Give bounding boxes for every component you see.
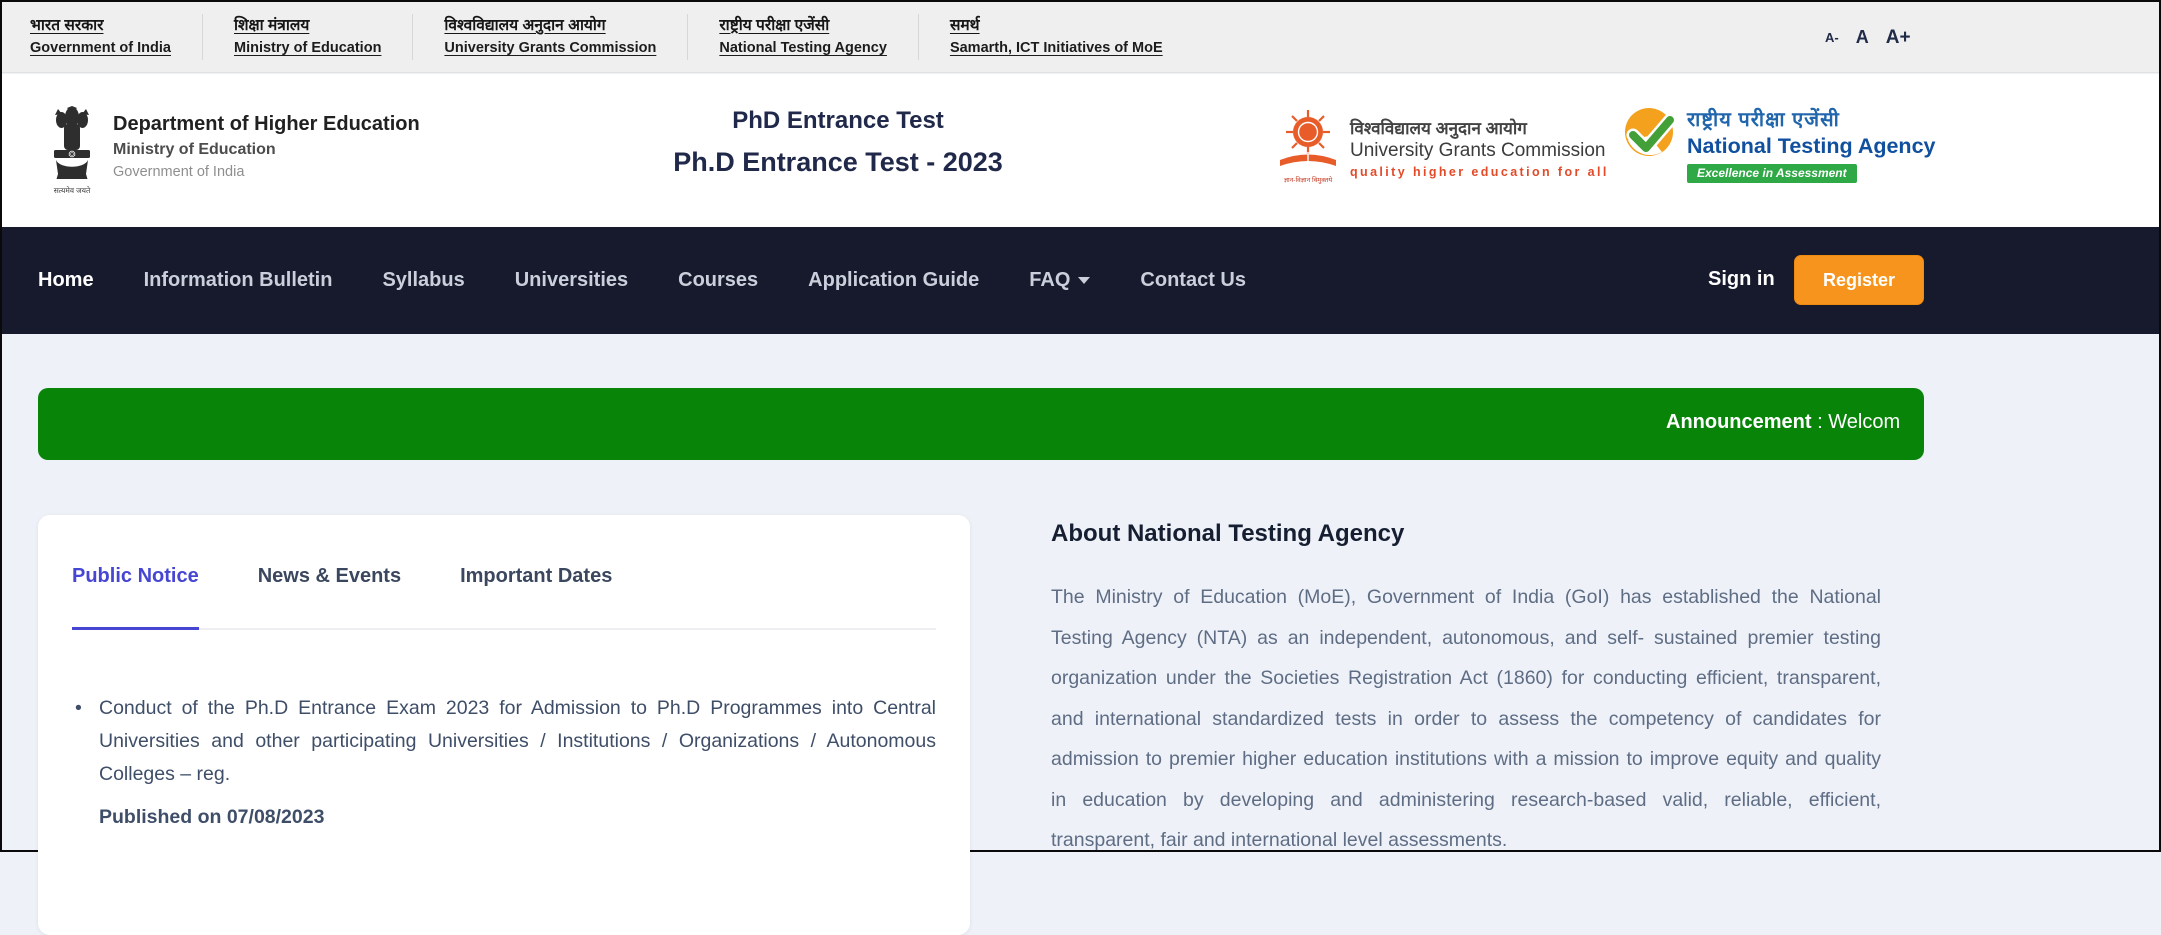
nta-badge: Excellence in Assessment: [1687, 164, 1857, 183]
site-header: सत्यमेव जयते Department of Higher Educat…: [2, 74, 2159, 227]
tab-public-notice[interactable]: Public Notice: [72, 565, 199, 630]
nta-logo-block: राष्ट्रीय परीक्षा एजेंसी National Testin…: [1622, 106, 1935, 183]
tab-news-events[interactable]: News & Events: [258, 565, 401, 588]
department-logo-block: सत्यमेव जयते Department of Higher Educat…: [46, 106, 420, 196]
link-english-label: Samarth, ICT Initiatives of MoE: [949, 40, 1163, 56]
about-heading: About National Testing Agency: [1051, 520, 1405, 547]
link-national-testing-agency[interactable]: राष्ट्रीय परीक्षा एजेंसी National Testin…: [719, 14, 887, 60]
divider: [687, 14, 689, 60]
notice-list-item[interactable]: Conduct of the Ph.D Entrance Exam 2023 f…: [72, 692, 936, 791]
phd-entrance-portal-page: { "topbar": { "links": [ { "hi": "भारत स…: [0, 0, 2161, 935]
about-section: About National Testing Agency The Minist…: [1051, 520, 1881, 861]
india-emblem-wrap: सत्यमेव जयते: [46, 106, 98, 196]
nav-item-information-bulletin[interactable]: Information Bulletin: [144, 269, 333, 292]
ugc-logo-block: ज्ञान-विज्ञान विमुक्तये विश्वविद्यालय अन…: [1278, 108, 1609, 184]
nta-logo-icon: [1625, 108, 1676, 156]
government-links: भारत सरकार Government of India शिक्षा मं…: [30, 14, 1163, 60]
page-title-line1: PhD Entrance Test: [732, 107, 944, 134]
page-title: PhD Entrance Test Ph.D Entrance Test - 2…: [602, 106, 1074, 178]
link-government-of-india[interactable]: भारत सरकार Government of India: [30, 14, 171, 60]
page-title-line2: Ph.D Entrance Test - 2023: [673, 147, 1003, 177]
divider: [412, 14, 414, 60]
font-decrease-button[interactable]: A-: [1825, 30, 1839, 45]
link-hindi-label: राष्ट्रीय परीक्षा एजेंसी: [719, 17, 830, 34]
ugc-logo-icon: [1280, 110, 1336, 166]
department-government: Government of India: [113, 164, 245, 180]
nav-items: Home Information Bulletin Syllabus Unive…: [38, 227, 1246, 334]
notice-tabs: Public Notice News & Events Important Da…: [72, 565, 936, 630]
font-size-controls: A- A A+: [1825, 2, 1911, 73]
sign-in-link[interactable]: Sign in: [1708, 268, 1775, 291]
department-title: Department of Higher Education: [113, 113, 420, 135]
nav-item-universities[interactable]: Universities: [515, 269, 628, 292]
link-samarth[interactable]: समर्थ Samarth, ICT Initiatives of MoE: [950, 14, 1163, 60]
nav-item-courses[interactable]: Courses: [678, 269, 758, 292]
font-normal-button[interactable]: A: [1856, 27, 1869, 48]
notice-published-date: Published on 07/08/2023: [99, 806, 325, 828]
announcement-marquee: Announcement : Welcom: [1666, 411, 1900, 434]
link-hindi-label: भारत सरकार: [30, 17, 104, 34]
announcement-text: : Welcom: [1811, 411, 1901, 433]
link-hindi-label: समर्थ: [949, 17, 980, 34]
ugc-name-hindi: विश्वविद्यालय अनुदान आयोग: [1350, 119, 1527, 138]
nta-name-hindi: राष्ट्रीय परीक्षा एजेंसी: [1687, 109, 1840, 131]
announcement-banner: Announcement : Welcom: [38, 388, 1924, 460]
link-english-label: National Testing Agency: [719, 40, 887, 56]
nta-text: राष्ट्रीय परीक्षा एजेंसी National Testin…: [1687, 106, 1935, 183]
link-ministry-of-education[interactable]: शिक्षा मंत्रालय Ministry of Education: [234, 14, 381, 60]
nav-item-application-guide[interactable]: Application Guide: [808, 269, 979, 292]
link-hindi-label: शिक्षा मंत्रालय: [234, 17, 310, 34]
link-english-label: Government of India: [30, 40, 171, 56]
register-button[interactable]: Register: [1794, 255, 1924, 305]
announcement-label: Announcement: [1666, 411, 1812, 433]
link-english-label: University Grants Commission: [444, 40, 657, 56]
nav-item-contact-us[interactable]: Contact Us: [1140, 269, 1246, 292]
ugc-text: विश्वविद्यालय अनुदान आयोग University Gra…: [1350, 108, 1609, 184]
about-paragraph: The Ministry of Education (MoE), Governm…: [1051, 586, 1881, 851]
government-links-bar: भारत सरकार Government of India शिक्षा मं…: [2, 2, 2159, 73]
font-increase-button[interactable]: A+: [1886, 27, 1911, 49]
nav-item-syllabus[interactable]: Syllabus: [382, 269, 464, 292]
ugc-name-english: University Grants Commission: [1350, 140, 1606, 161]
tab-important-dates[interactable]: Important Dates: [460, 565, 612, 588]
ugc-logo-wrap: ज्ञान-विज्ञान विमुक्तये: [1278, 108, 1338, 184]
emblem-caption: सत्यमेव जयते: [53, 186, 91, 195]
main-navbar: Home Information Bulletin Syllabus Unive…: [2, 227, 2159, 334]
link-english-label: Ministry of Education: [234, 40, 382, 56]
ugc-motto: ज्ञान-विज्ञान विमुक्तये: [1283, 177, 1333, 184]
faq-label: FAQ: [1029, 269, 1071, 291]
link-hindi-label: विश्वविद्यालय अनुदान आयोग: [444, 17, 606, 34]
ugc-tagline: quality higher education for all: [1350, 165, 1609, 179]
india-emblem-icon: [54, 106, 90, 179]
divider: [917, 14, 919, 60]
nta-name-english: National Testing Agency: [1687, 134, 1936, 158]
nav-item-home[interactable]: Home: [38, 269, 94, 292]
nav-item-faq[interactable]: FAQ: [1029, 269, 1091, 292]
divider: [202, 14, 203, 60]
chevron-down-icon: [1078, 277, 1091, 284]
department-text: Department of Higher Education Ministry …: [113, 106, 420, 196]
link-university-grants-commission[interactable]: विश्वविद्यालय अनुदान आयोग University Gra…: [444, 14, 656, 60]
notices-card: Public Notice News & Events Important Da…: [38, 515, 970, 935]
department-subtitle: Ministry of Education: [113, 141, 276, 158]
